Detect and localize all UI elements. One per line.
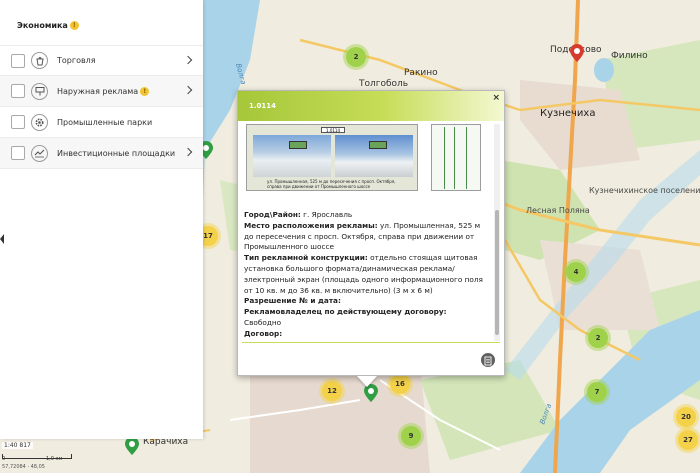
warning-badge-icon: ! (140, 86, 150, 96)
map-cluster[interactable]: 27 (678, 430, 698, 450)
scrollbar-thumb[interactable] (495, 210, 499, 335)
layer-checkbox[interactable] (11, 84, 25, 98)
layers-panel: Экономика! Торговля Наружная реклама! Пр… (0, 0, 203, 439)
growth-chart-icon (31, 144, 48, 162)
close-icon[interactable]: × (492, 93, 500, 103)
info-label: Договор: (244, 328, 283, 338)
layer-item-outdoor-ads[interactable]: Наружная реклама! (0, 76, 203, 107)
document-icon[interactable] (481, 353, 495, 367)
popup-scrollbar[interactable] (494, 124, 500, 341)
layer-item-industrial-parks[interactable]: Промышленные парки (0, 107, 203, 138)
popup-divider (242, 342, 500, 343)
layer-checkbox[interactable] (11, 146, 25, 160)
info-row-contract: Договор: (244, 329, 484, 340)
photo-caption: ул. Промышленная, 525 м до пересечения с… (267, 179, 396, 189)
map-cluster[interactable]: 4 (566, 262, 586, 282)
layer-item-label: Наружная реклама (57, 86, 139, 96)
info-label: Город\Район: (244, 210, 301, 219)
map-cluster[interactable]: 7 (587, 382, 607, 402)
info-row-owner: Рекламовладелец по действующему договору… (244, 307, 484, 329)
map-scale: 1:40 817 0 1,0 км 57,72084 · 48,05 (0, 440, 80, 473)
billboard-image (369, 141, 387, 149)
info-label: Разрешение № и дата: (244, 296, 341, 306)
map-cluster[interactable]: 20 (676, 407, 696, 427)
gear-icon (31, 113, 48, 131)
photo-tag: 1.0114 (321, 127, 345, 133)
map-cluster[interactable]: 2 (346, 47, 366, 67)
cursor-coordinates: 57,72084 · 48,05 (2, 464, 45, 470)
plan-line (466, 127, 467, 189)
map-cluster[interactable]: 12 (322, 381, 342, 401)
shopping-bag-icon (31, 52, 48, 69)
panel-header: Экономика! (0, 0, 203, 45)
layer-item-investment-sites[interactable]: Инвестиционные площадки (0, 138, 203, 169)
scale-label-left: 0 (2, 456, 6, 462)
layer-checkbox[interactable] (11, 53, 25, 68)
map-cluster[interactable]: 9 (401, 426, 421, 446)
popup-body[interactable]: 1.0114 ул. Промышленная, 525 м до пересе… (242, 124, 496, 341)
info-row-city: Город\Район: г. Ярославль (244, 210, 484, 221)
chevron-right-icon[interactable] (183, 55, 193, 65)
plan-line (444, 127, 445, 189)
layer-item-label: Инвестиционные площадки (57, 148, 176, 158)
warning-badge-icon: ! (69, 21, 79, 30)
layer-list: Торговля Наружная реклама! Промышленные … (0, 45, 203, 169)
map-pin-red-icon[interactable] (570, 44, 584, 62)
map-cluster[interactable]: 16 (390, 374, 410, 394)
info-value: г. Ярославль (300, 210, 353, 219)
billboard-image (289, 141, 307, 149)
popup-title: 1.0114 (249, 102, 277, 110)
chevron-right-icon[interactable] (183, 85, 193, 95)
info-row-permit: Разрешение № и дата: (244, 296, 484, 307)
info-row-type: Тип рекламной конструкции: отдельно стоя… (244, 253, 484, 296)
billboard-icon (31, 82, 48, 100)
panel-collapse-arrow-icon[interactable] (0, 229, 4, 244)
billboard-photo (253, 135, 331, 177)
popup-header: 1.0114 × (238, 91, 504, 121)
info-label: Место расположения рекламы: (244, 220, 378, 230)
layer-checkbox[interactable] (11, 115, 25, 129)
info-popup: 1.0114 × 1.0114 ул. Промышленная, 525 м … (237, 90, 505, 387)
info-value: Свободно (244, 317, 282, 327)
map-cluster[interactable]: 2 (588, 328, 608, 348)
chevron-right-icon[interactable] (183, 147, 193, 157)
popup-pointer (357, 376, 377, 387)
info-label: Тип рекламной конструкции: (244, 253, 368, 263)
site-plan-sheet[interactable] (431, 124, 481, 191)
popup-info-text: Город\Район: г. Ярославль Место располож… (244, 210, 484, 340)
plan-line (454, 127, 455, 189)
layer-item-label: Торговля (57, 56, 96, 65)
billboard-photo-sheet[interactable]: 1.0114 ул. Промышленная, 525 м до пересе… (246, 124, 418, 191)
map-pin-green-icon[interactable] (125, 437, 139, 455)
panel-title: Экономика (17, 21, 68, 30)
info-row-location: Место расположения рекламы: ул. Промышле… (244, 221, 484, 253)
scale-label-right: 1,0 км (46, 456, 63, 462)
zoom-level: 1:40 817 (2, 442, 33, 449)
layer-item-trade[interactable]: Торговля (0, 45, 203, 76)
info-label: Рекламовладелец по действующему договору… (244, 307, 447, 317)
billboard-photo (335, 135, 413, 177)
layer-item-label: Промышленные парки (57, 117, 153, 127)
